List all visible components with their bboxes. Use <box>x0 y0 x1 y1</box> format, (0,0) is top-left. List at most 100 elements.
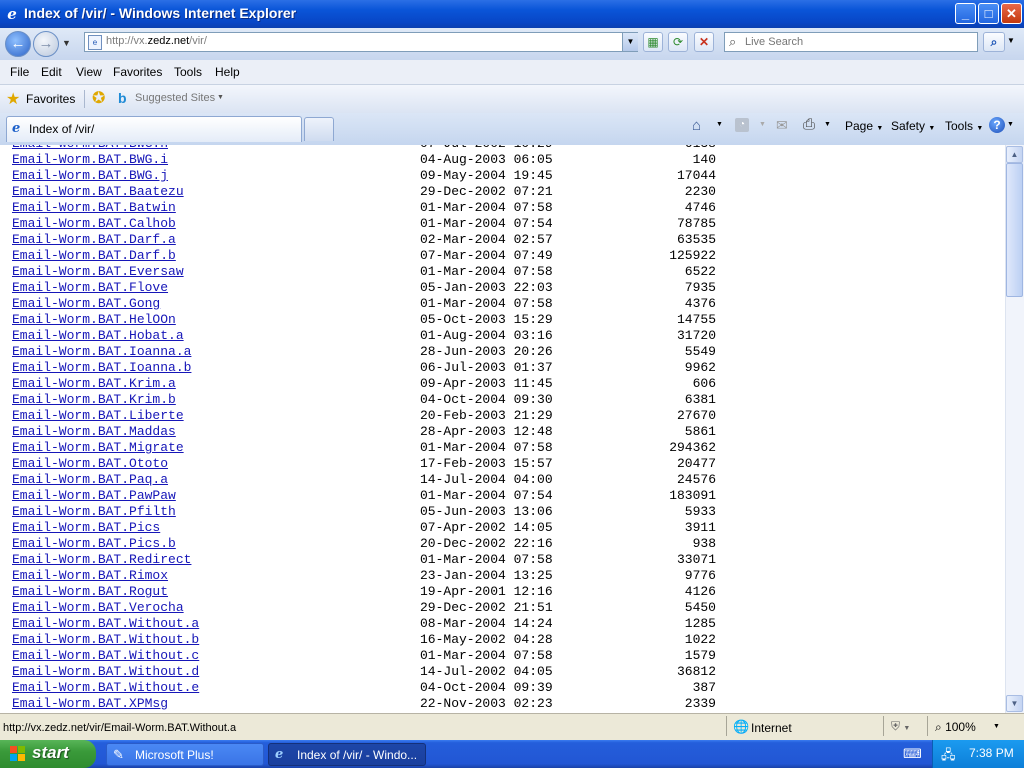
file-link[interactable]: Email-Worm.BAT.Redirect <box>12 552 191 568</box>
file-link[interactable]: Email-Worm.BAT.Maddas <box>12 424 176 440</box>
network-icon[interactable]: 🖧 <box>941 746 956 768</box>
print-button[interactable]: ⎙ <box>803 116 815 133</box>
help-button[interactable]: ? <box>989 117 1005 133</box>
file-link[interactable]: Email-Worm.BAT.Pics.b <box>12 536 176 552</box>
title-bar[interactable]: e Index of /vir/ - Windows Internet Expl… <box>0 0 1024 28</box>
file-link[interactable]: Email-Worm.BAT.Ioanna.a <box>12 344 191 360</box>
file-link[interactable]: Email-Worm.BAT.Darf.b <box>12 248 176 264</box>
file-size: 17044 <box>676 168 716 183</box>
file-link[interactable]: Email-Worm.BAT.Without.d <box>12 664 199 680</box>
file-date: 28-Jun-2003 20:26 <box>420 344 553 359</box>
file-link[interactable]: Email-Worm.BAT.Migrate <box>12 440 184 456</box>
address-bar[interactable]: e http://vx.zedz.net/vir/ <box>84 32 638 52</box>
zoom-button[interactable]: ⌕ 100% <box>935 720 976 735</box>
file-link[interactable]: Email-Worm.BAT.Krim.b <box>12 392 176 408</box>
file-link[interactable]: Email-Worm.BAT.Verocha <box>12 600 184 616</box>
feeds-button[interactable]: ◔ <box>735 118 749 132</box>
file-link[interactable]: Email-Worm.BAT.PawPaw <box>12 488 176 504</box>
file-link[interactable]: Email-Worm.BAT.Eversaw <box>12 264 184 280</box>
listing-row: Email-Worm.BAT.Maddas 28-Apr-2003 12:48 58… <box>12 424 772 440</box>
taskbar-item-internet-explorer[interactable]: e Index of /vir/ - Windo... <box>268 743 426 766</box>
file-link[interactable]: Email-Worm.BAT.HelOOn <box>12 312 176 328</box>
url-domain: zedz.net <box>147 35 190 47</box>
keyboard-icon[interactable]: ⌨ <box>903 746 922 762</box>
search-input[interactable] <box>745 34 973 50</box>
address-url[interactable]: http://vx.zedz.net/vir/ <box>106 35 207 47</box>
start-button[interactable]: start <box>0 740 96 768</box>
file-link[interactable]: Email-Worm.BAT.BWG.j <box>12 168 168 184</box>
feeds-dropdown[interactable]: ▼ <box>759 121 766 128</box>
file-link[interactable]: Email-Worm.BAT.Liberte <box>12 408 184 424</box>
menu-favorites[interactable]: Favorites <box>113 65 162 79</box>
file-link[interactable]: Email-Worm.BAT.Paq.a <box>12 472 168 488</box>
stop-button[interactable]: ✕ <box>694 32 714 52</box>
listing-row: Email-Worm.BAT.Redirect 01-Mar-2004 07:58… <box>12 552 772 568</box>
taskbar-item-microsoft-plus[interactable]: ✎ Microsoft Plus! <box>106 743 264 766</box>
file-link[interactable]: Email-Worm.BAT.Calhob <box>12 216 176 232</box>
file-link[interactable]: Email-Worm.BAT.Darf.a <box>12 232 176 248</box>
forward-button[interactable]: → <box>33 31 59 57</box>
mail-icon: ✉ <box>776 117 788 133</box>
file-link[interactable]: Email-Worm.BAT.Without.e <box>12 680 199 696</box>
file-link[interactable]: Email-Worm.BAT.Pfilth <box>12 504 176 520</box>
file-link[interactable]: Email-Worm.BAT.Without.b <box>12 632 199 648</box>
file-link[interactable]: Email-Worm.BAT.Hobat.a <box>12 328 184 344</box>
print-dropdown[interactable]: ▼ <box>824 121 831 128</box>
tab-index-of-vir[interactable]: e Index of /vir/ <box>6 116 302 142</box>
file-link[interactable]: Email-Worm.BAT.Ototo <box>12 456 168 472</box>
file-date: 08-Mar-2004 14:24 <box>420 616 553 631</box>
file-link[interactable]: Email-Worm.BAT.Without.c <box>12 648 199 664</box>
scroll-thumb[interactable] <box>1006 163 1023 297</box>
tools-menu-button[interactable]: Tools ▼ <box>945 119 983 133</box>
compatibility-view-button[interactable]: ▦ <box>643 32 663 52</box>
add-to-favorites-bar-button[interactable]: ✪ <box>92 88 105 108</box>
file-size: 4376 <box>684 296 716 311</box>
suggested-sites-button[interactable]: b Suggested Sites ▼ <box>116 89 228 109</box>
recent-pages-dropdown[interactable]: ▼ <box>62 38 71 48</box>
file-size: 125922 <box>669 248 716 263</box>
scroll-up-button[interactable]: ▲ <box>1006 146 1023 163</box>
safety-menu-button[interactable]: Safety ▼ <box>891 119 935 133</box>
file-link[interactable]: Email-Worm.BAT.Batwin <box>12 200 176 216</box>
maximize-button[interactable]: □ <box>978 3 999 24</box>
file-link[interactable]: Email-Worm.BAT.Baatezu <box>12 184 184 200</box>
search-box[interactable]: ⌕ <box>724 32 978 52</box>
file-date: 01-Mar-2004 07:58 <box>420 296 553 311</box>
zoom-dropdown[interactable]: ▼ <box>993 723 1000 730</box>
home-button[interactable]: ⌂ <box>692 117 701 134</box>
address-dropdown-button[interactable]: ▼ <box>622 33 638 51</box>
compatibility-icon: ▦ <box>647 35 659 49</box>
new-tab-button[interactable] <box>304 117 334 141</box>
menu-edit[interactable]: Edit <box>41 65 62 79</box>
home-dropdown[interactable]: ▼ <box>716 121 723 128</box>
file-link[interactable]: Email-Worm.BAT.XPMsg <box>12 696 168 712</box>
search-options-dropdown[interactable]: ▼ <box>1007 36 1015 45</box>
refresh-button[interactable]: ⟳ <box>668 32 688 52</box>
favorites-button[interactable]: ★ Favorites <box>6 89 82 109</box>
clock[interactable]: 7:38 PM <box>969 746 1014 760</box>
menu-view[interactable]: View <box>76 65 102 79</box>
protected-mode-button[interactable]: ⛨ ▼ <box>891 719 910 734</box>
file-link[interactable]: Email-Worm.BAT.Krim.a <box>12 376 176 392</box>
page-menu-button[interactable]: Page ▼ <box>845 119 883 133</box>
menu-file[interactable]: File <box>10 65 29 79</box>
file-link[interactable]: Email-Worm.BAT.Ioanna.b <box>12 360 191 376</box>
security-zone-label[interactable]: Internet <box>751 721 792 735</box>
file-link[interactable]: Email-Worm.BAT.Flove <box>12 280 168 296</box>
close-button[interactable]: ✕ <box>1001 3 1022 24</box>
file-link[interactable]: Email-Worm.BAT.Pics <box>12 520 160 536</box>
menu-help[interactable]: Help <box>215 65 240 79</box>
scroll-down-button[interactable]: ▼ <box>1006 695 1023 712</box>
file-link[interactable]: Email-Worm.BAT.Gong <box>12 296 160 312</box>
search-go-button[interactable]: ⌕ <box>983 32 1005 52</box>
menu-tools[interactable]: Tools <box>174 65 202 79</box>
read-mail-button[interactable]: ✉ <box>776 117 788 134</box>
back-button[interactable]: ← <box>5 31 31 57</box>
file-link[interactable]: Email-Worm.BAT.BWG.i <box>12 152 168 168</box>
file-link[interactable]: Email-Worm.BAT.Rimox <box>12 568 168 584</box>
file-date: 01-Mar-2004 07:58 <box>420 200 553 215</box>
file-link[interactable]: Email-Worm.BAT.Without.a <box>12 616 199 632</box>
help-dropdown[interactable]: ▼ <box>1007 121 1014 128</box>
file-link[interactable]: Email-Worm.BAT.Rogut <box>12 584 168 600</box>
minimize-button[interactable]: _ <box>955 3 976 24</box>
